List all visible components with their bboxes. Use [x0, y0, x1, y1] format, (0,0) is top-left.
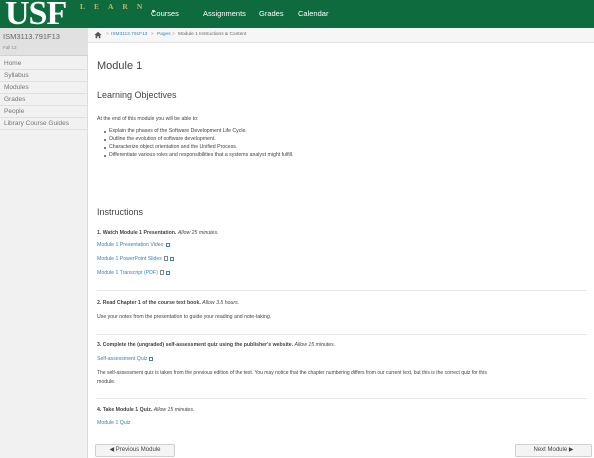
- step-1: 1. Watch Module 1 Presentation. Allow 25…: [97, 230, 218, 236]
- self-assessment-quiz-label: Self-assessment Quiz: [97, 356, 148, 362]
- objective-item: Differentiate various roles and responsi…: [109, 152, 294, 158]
- caret-down-icon: ▼: [151, 9, 156, 15]
- learning-objectives-heading: Learning Objectives: [97, 90, 177, 100]
- divider: [97, 334, 587, 335]
- step-4-time: Allow 15 minutes.: [153, 407, 195, 413]
- powerpoint-slides-label: Module 1 PowerPoint Slides: [97, 256, 162, 262]
- bullet-icon: [104, 155, 106, 157]
- external-link-icon: [149, 356, 154, 361]
- objective-item: Explain the phases of the Software Devel…: [109, 128, 247, 134]
- sidebar-item-syllabus[interactable]: Syllabus: [0, 70, 88, 82]
- step-3-text-line-1: The self-assessment quiz is taken from t…: [97, 370, 487, 376]
- arrow-right-icon: ▶: [568, 447, 574, 453]
- step-2-time: Allow 3.5 hours.: [202, 300, 240, 306]
- calendar-link[interactable]: Calendar: [298, 9, 328, 18]
- step-1-title: 1. Watch Module 1 Presentation.: [97, 230, 177, 236]
- module-1-quiz-link[interactable]: Module 1 Quiz: [97, 420, 130, 426]
- sidebar-item-grades[interactable]: Grades: [0, 94, 88, 106]
- assignments-link[interactable]: Assignments: [203, 9, 246, 18]
- page-title: Module 1: [97, 60, 143, 72]
- objective-item: Outline the evolution of software develo…: [109, 136, 216, 142]
- course-header[interactable]: ISM3113.791F13 Fall 13: [0, 28, 88, 56]
- step-3-text-line-2: module.: [97, 379, 116, 385]
- step-4: 4. Take Module 1 Quiz. Allow 15 minutes.: [97, 407, 194, 413]
- bullet-icon: [104, 139, 106, 141]
- bullet-icon: [104, 147, 106, 149]
- course-code: ISM3113.791F13: [3, 32, 60, 41]
- top-navigation-bar: USF LEARN Courses ▼ Assignments Grades C…: [0, 0, 594, 31]
- external-link-icon: [165, 270, 170, 275]
- step-2-title: 2. Read Chapter 1 of the course text boo…: [97, 300, 201, 306]
- next-module-button[interactable]: Next Module ▶: [515, 444, 592, 457]
- home-icon[interactable]: [94, 31, 102, 39]
- step-4-title: 4. Take Module 1 Quiz.: [97, 407, 153, 413]
- step-2-text: Use your notes from the presentation to …: [97, 314, 272, 320]
- document-icon: [163, 256, 168, 261]
- breadcrumb-separator: >: [172, 32, 175, 37]
- previous-module-label: Previous Module: [115, 447, 161, 453]
- breadcrumb-separator: >: [106, 32, 109, 37]
- step-3-time: Allow 15 minutes.: [294, 342, 336, 348]
- breadcrumb-separator: >: [151, 32, 154, 37]
- divider: [97, 290, 587, 291]
- powerpoint-slides-link[interactable]: Module 1 PowerPoint Slides: [97, 256, 174, 262]
- breadcrumb-course[interactable]: ISM3113.791F13: [111, 32, 147, 37]
- learn-wordmark: LEARN: [80, 2, 152, 11]
- objectives-intro: At the end of this module you will be ab…: [97, 116, 199, 122]
- step-3: 3. Complete the (ungraded) self-assessme…: [97, 342, 335, 348]
- sidebar-item-home[interactable]: Home: [0, 58, 88, 70]
- usf-logo[interactable]: USF: [5, 0, 67, 31]
- transcript-link[interactable]: Module 1 Transcript (PDF): [97, 270, 170, 276]
- step-3-title: 3. Complete the (ungraded) self-assessme…: [97, 342, 294, 348]
- document-icon: [159, 270, 164, 275]
- breadcrumb-current: Module 1 Instructions & Content: [178, 32, 247, 37]
- bullet-icon: [104, 131, 106, 133]
- objective-item: Characterize object orientation and the …: [109, 144, 238, 150]
- self-assessment-quiz-link[interactable]: Self-assessment Quiz: [97, 356, 154, 362]
- step-1-time: Allow 25 minutes.: [177, 230, 219, 236]
- breadcrumb-pages[interactable]: Pages: [157, 32, 171, 37]
- course-term: Fall 13: [3, 45, 17, 50]
- arrow-left-icon: ◀: [109, 447, 115, 453]
- course-sidebar: ISM3113.791F13 Fall 13 Home Syllabus Mod…: [0, 28, 88, 458]
- next-module-label: Next Module: [533, 447, 568, 453]
- instructions-heading: Instructions: [97, 207, 144, 217]
- presentation-video-label: Module 1 Presentation Video: [97, 242, 164, 248]
- transcript-label: Module 1 Transcript (PDF): [97, 270, 158, 276]
- divider: [97, 398, 587, 399]
- external-link-icon: [165, 242, 170, 247]
- step-2: 2. Read Chapter 1 of the course text boo…: [97, 300, 239, 306]
- sidebar-item-library-course-guides[interactable]: Library Course Guides: [0, 118, 88, 130]
- sidebar-item-modules[interactable]: Modules: [0, 82, 88, 94]
- previous-module-button[interactable]: ◀ Previous Module: [95, 444, 175, 457]
- sidebar-item-people[interactable]: People: [0, 106, 88, 118]
- breadcrumb: > ISM3113.791F13 > Pages > Module 1 Inst…: [88, 28, 594, 43]
- presentation-video-link[interactable]: Module 1 Presentation Video: [97, 242, 170, 248]
- external-link-icon: [169, 256, 174, 261]
- grades-link[interactable]: Grades: [259, 9, 284, 18]
